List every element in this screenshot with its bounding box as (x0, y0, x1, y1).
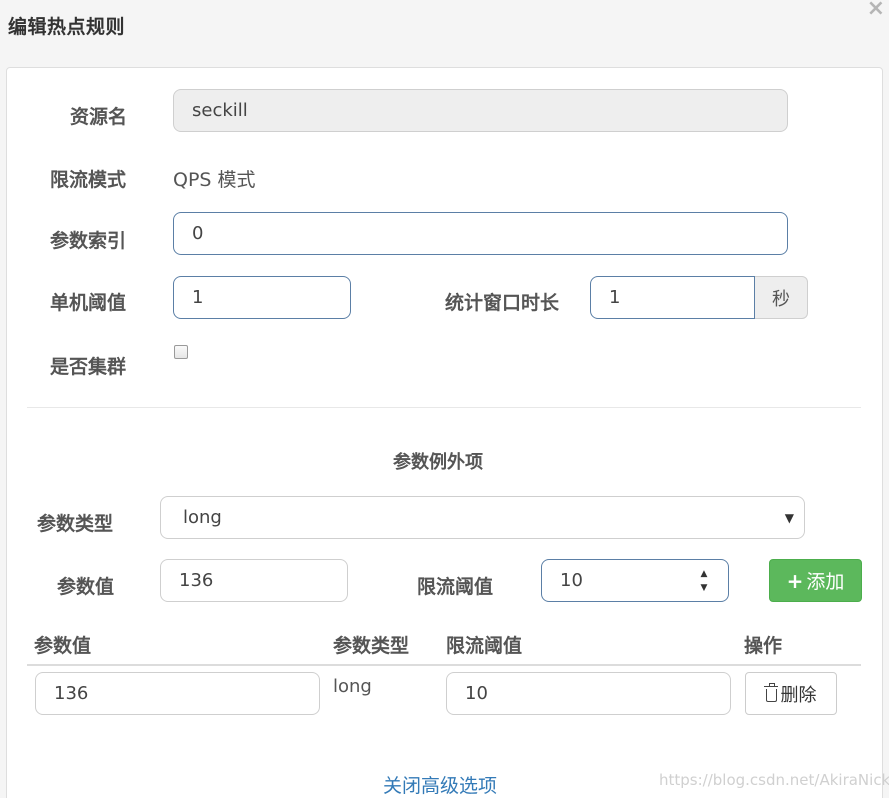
dialog-title: 编辑热点规则 (8, 16, 126, 38)
cluster-label: 是否集群 (50, 356, 127, 378)
param-value-input-value: 136 (179, 570, 214, 591)
section-divider (27, 407, 861, 408)
delete-button-label: 删除 (780, 684, 817, 706)
window-unit: 秒 (755, 276, 808, 319)
window-label: 统计窗口时长 (445, 292, 560, 314)
window-value: 1 (609, 287, 621, 308)
resource-label: 资源名 (70, 106, 128, 128)
limit-input-value: 10 (560, 570, 583, 591)
row-type: long (333, 676, 372, 697)
param-index-label: 参数索引 (50, 230, 127, 252)
chevron-down-icon: ▼ (784, 511, 794, 525)
close-icon[interactable]: × (867, 0, 885, 20)
watermark: https://blog.csdn.net/AkiraNicky (659, 771, 889, 789)
close-advanced-link[interactable]: 关闭高级选项 (383, 771, 497, 798)
exceptions-title: 参数例外项 (393, 452, 483, 473)
table-header-limit: 限流阈值 (446, 635, 523, 657)
param-type-select[interactable]: long ▼ (160, 496, 805, 539)
param-value-label: 参数值 (57, 576, 115, 598)
dialog-header: 编辑热点规则 × (0, 0, 889, 60)
mode-value: QPS 模式 (173, 169, 256, 191)
add-button[interactable]: + 添加 (769, 559, 862, 602)
cluster-checkbox[interactable] (174, 345, 188, 359)
add-button-label: 添加 (806, 571, 845, 593)
rule-form-panel: 资源名 seckill 限流模式 QPS 模式 参数索引 0 单机阈值 1 统计… (6, 67, 889, 798)
resource-input: seckill (173, 89, 788, 132)
row-limit: 10 (465, 683, 488, 704)
param-type-selected: long (183, 507, 222, 528)
table-header-value: 参数值 (34, 635, 92, 657)
table-header-type: 参数类型 (333, 635, 410, 657)
row-value-input[interactable]: 136 (35, 672, 320, 715)
threshold-label: 单机阈值 (50, 292, 127, 314)
row-limit-input[interactable]: 10 (446, 672, 731, 715)
delete-button[interactable]: 删除 (745, 672, 837, 715)
table-header-action: 操作 (744, 635, 783, 657)
window-input[interactable]: 1 (590, 276, 755, 319)
param-index-value: 0 (192, 223, 204, 244)
table-header-rule (27, 664, 861, 666)
param-index-input[interactable]: 0 (173, 212, 788, 255)
param-value-input[interactable]: 136 (160, 559, 348, 602)
plus-icon: + (786, 568, 804, 593)
param-type-label: 参数类型 (37, 513, 114, 535)
threshold-value: 1 (192, 287, 204, 308)
trash-icon (763, 682, 778, 702)
limit-label: 限流阈值 (417, 576, 494, 598)
limit-input[interactable]: 10 ▲ ▼ (541, 559, 729, 602)
spinner-icon[interactable]: ▲ ▼ (696, 569, 712, 593)
resource-value: seckill (192, 100, 248, 121)
threshold-input[interactable]: 1 (173, 276, 351, 319)
mode-label: 限流模式 (50, 169, 127, 191)
row-value: 136 (54, 683, 89, 704)
